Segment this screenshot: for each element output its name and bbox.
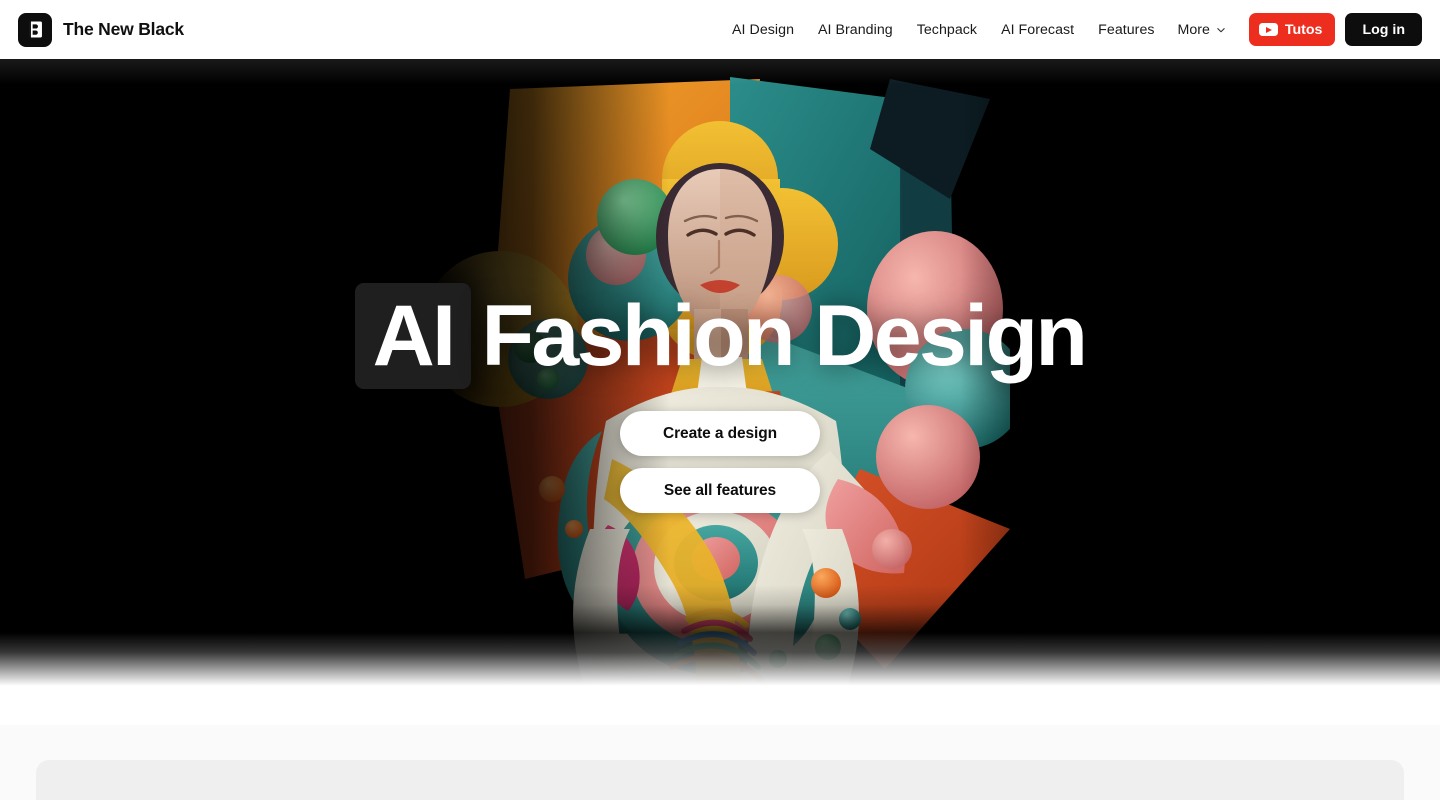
main-navigation: AI Design AI Branding Techpack AI Foreca… [720,13,1440,46]
nav-link-techpack[interactable]: Techpack [905,14,989,46]
hero-section: AI Fashion Design Create a design See al… [0,59,1440,725]
nav-link-features[interactable]: Features [1086,14,1166,46]
nav-link-ai-design[interactable]: AI Design [720,14,806,46]
login-button[interactable]: Log in [1345,13,1422,46]
nav-more-label: More [1177,21,1210,38]
nav-dropdown-more[interactable]: More [1167,14,1237,46]
page-title: AI Fashion Design [354,283,1088,389]
see-all-features-button[interactable]: See all features [620,468,820,513]
site-header: The New Black AI Design AI Branding Tech… [0,0,1440,59]
hero-cta-group: Create a design See all features [620,411,820,513]
hero-title-text: Fashion Design [481,288,1088,384]
tutos-button[interactable]: Tutos [1248,13,1336,46]
chevron-down-icon [1217,27,1225,32]
nav-link-ai-forecast[interactable]: AI Forecast [989,14,1086,46]
tutos-button-label: Tutos [1284,21,1323,38]
nav-link-ai-branding[interactable]: AI Branding [806,14,905,46]
hero-artwork-image [430,59,1010,725]
content-panel [36,760,1404,800]
hero-title-badge: AI [354,283,472,389]
create-a-design-button[interactable]: Create a design [620,411,820,456]
brand-name: The New Black [63,19,184,39]
brand-logo-link[interactable]: The New Black [18,12,184,47]
below-hero-section [0,725,1440,800]
youtube-play-icon [1258,22,1278,37]
the-new-black-logo-icon [18,12,52,47]
